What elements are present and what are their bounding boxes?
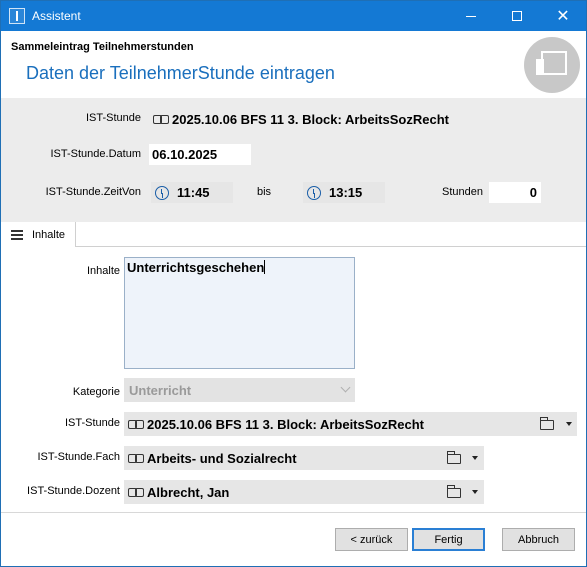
ist-stunde-text: 2025.10.06 BFS 11 3. Block: ArbeitsSozRe… xyxy=(172,111,449,127)
assistant-window: Assistent ✕ Sammeleintrag Teilnehmerstun… xyxy=(0,0,587,567)
inhalte-label: Inhalte xyxy=(86,265,120,277)
close-button[interactable]: ✕ xyxy=(540,1,586,31)
dozent-text: Albrecht, Jan xyxy=(147,484,230,500)
link-icon xyxy=(153,115,169,124)
back-button[interactable]: < zurück xyxy=(335,528,408,551)
zeit-von-field[interactable]: 11:45 xyxy=(151,182,233,203)
dropdown-arrow-icon[interactable] xyxy=(472,456,478,460)
chevron-down-icon xyxy=(340,382,351,393)
stunden-field: 0 xyxy=(489,182,541,203)
folder-open-icon[interactable] xyxy=(447,485,461,498)
maximize-icon xyxy=(512,11,522,21)
zeitvon-label: IST-Stunde.ZeitVon xyxy=(45,186,141,198)
folder-open-icon[interactable] xyxy=(447,451,461,464)
link-icon xyxy=(128,488,144,497)
footer-divider xyxy=(1,512,586,513)
fach-text: Arbeits- und Sozialrecht xyxy=(147,450,297,466)
wizard-subtitle: Sammeleintrag Teilnehmerstunden xyxy=(11,41,194,53)
minimize-button[interactable] xyxy=(448,1,494,31)
kategorie-label: Kategorie xyxy=(72,386,120,398)
ist-stunde-label: IST-Stunde xyxy=(85,112,141,124)
maximize-button[interactable] xyxy=(494,1,540,31)
ist-stunde-lookup-label: IST-Stunde xyxy=(64,417,120,429)
kategorie-value: Unterricht xyxy=(129,382,192,398)
link-icon xyxy=(128,454,144,463)
tab-inhalte-label: Inhalte xyxy=(32,228,66,241)
teacher-board-icon xyxy=(524,37,580,93)
zeit-von-text: 11:45 xyxy=(177,185,210,200)
minimize-icon xyxy=(466,15,476,17)
dropdown-arrow-icon[interactable] xyxy=(472,490,478,494)
bis-label: bis xyxy=(256,186,272,198)
clock-icon xyxy=(155,185,169,200)
window-title: Assistent xyxy=(32,9,81,23)
folder-open-icon[interactable] xyxy=(540,417,554,430)
zeit-bis-text: 13:15 xyxy=(329,185,363,200)
title-bar: Assistent ✕ xyxy=(1,1,586,31)
close-icon: ✕ xyxy=(556,8,570,25)
zeit-bis-field[interactable]: 13:15 xyxy=(303,182,385,203)
ist-stunde-lookup[interactable]: 2025.10.06 BFS 11 3. Block: ArbeitsSozRe… xyxy=(124,412,577,436)
dropdown-arrow-icon[interactable] xyxy=(566,422,572,426)
fach-label: IST-Stunde.Fach xyxy=(37,451,120,463)
wizard-header: Sammeleintrag Teilnehmerstunden Daten de… xyxy=(1,31,586,98)
datum-label: IST-Stunde.Datum xyxy=(50,148,142,160)
ist-stunde-value: 2025.10.06 BFS 11 3. Block: ArbeitsSozRe… xyxy=(153,111,449,127)
finish-button[interactable]: Fertig xyxy=(412,528,485,551)
tab-inhalte[interactable]: Inhalte xyxy=(2,222,76,247)
text-caret xyxy=(264,260,266,274)
clock-icon xyxy=(307,185,321,200)
wizard-heading: Daten der TeilnehmerStunde eintragen xyxy=(26,63,335,83)
dozent-lookup[interactable]: Albrecht, Jan xyxy=(124,480,484,504)
inhalte-textarea[interactable]: Unterrichtsgeschehen xyxy=(124,257,355,369)
kategorie-select: Unterricht xyxy=(124,378,355,402)
inhalte-text: Unterrichtsgeschehen xyxy=(127,260,265,275)
link-icon xyxy=(128,420,144,429)
stunden-label: Stunden xyxy=(442,186,483,198)
datum-field[interactable]: 06.10.2025 xyxy=(149,144,251,165)
menu-icon xyxy=(11,229,23,240)
ist-stunde-lookup-text: 2025.10.06 BFS 11 3. Block: ArbeitsSozRe… xyxy=(147,416,424,432)
fach-lookup[interactable]: Arbeits- und Sozialrecht xyxy=(124,446,484,470)
cancel-button[interactable]: Abbruch xyxy=(502,528,575,551)
app-icon xyxy=(9,8,25,24)
dozent-label: IST-Stunde.Dozent xyxy=(27,485,120,497)
